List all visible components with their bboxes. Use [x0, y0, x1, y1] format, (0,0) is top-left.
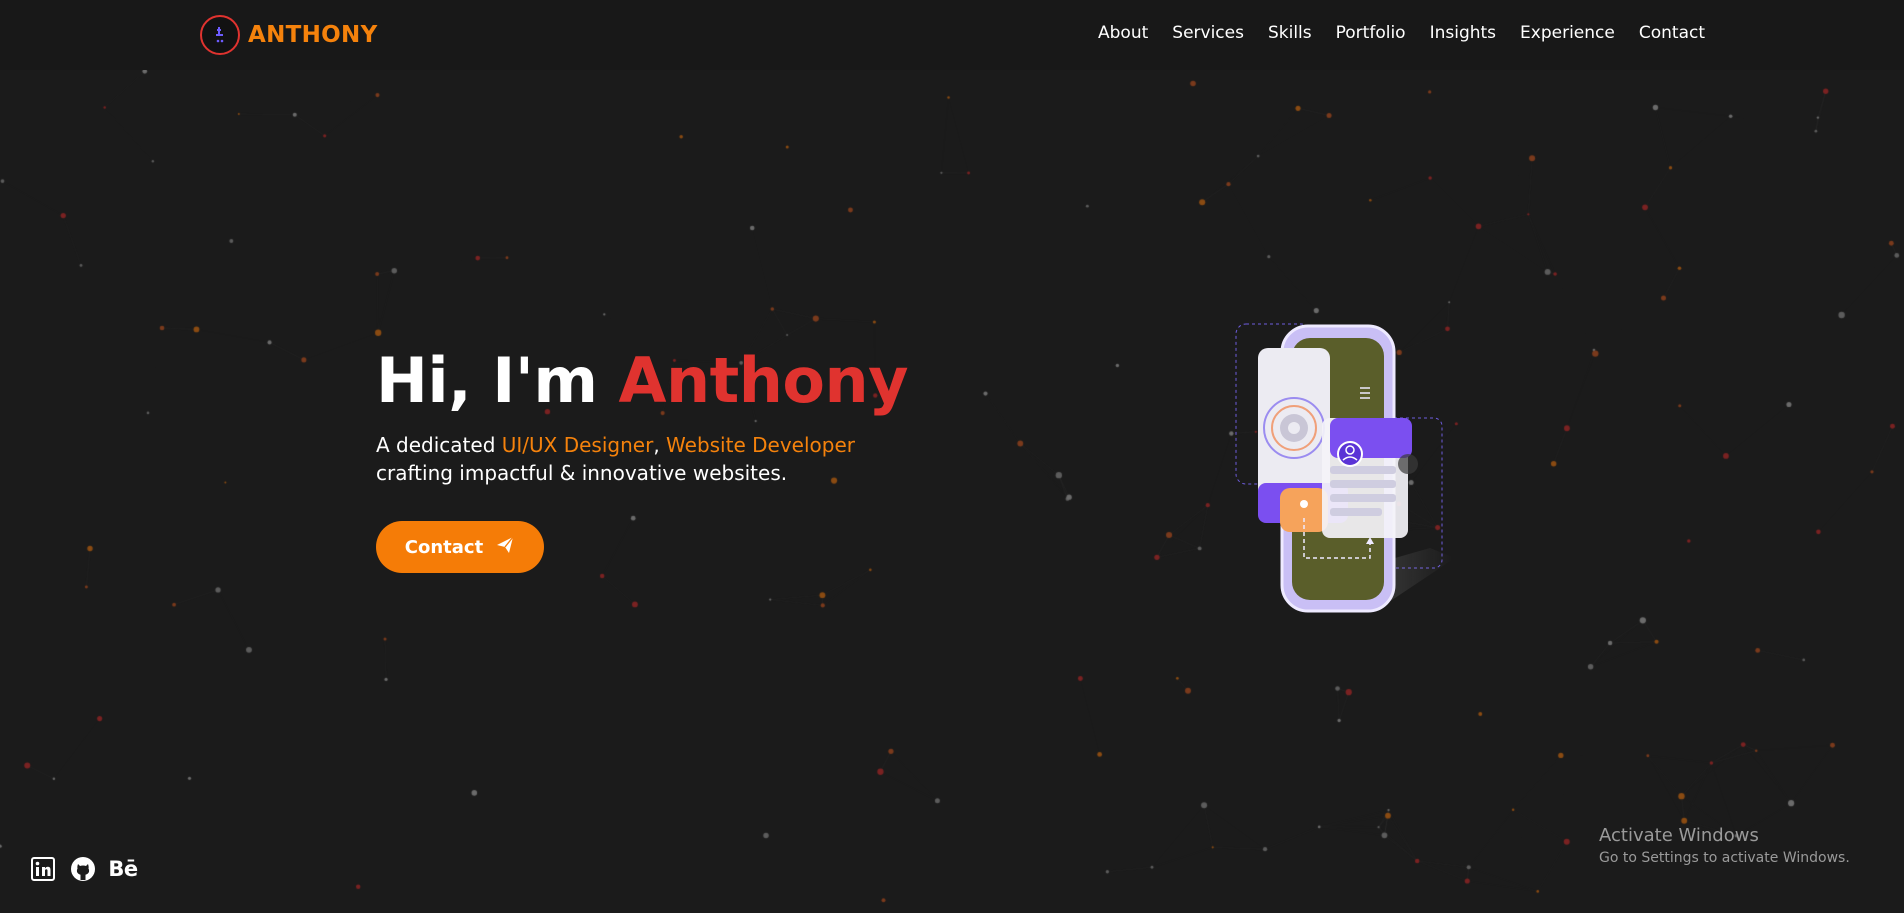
behance-icon[interactable]: Bē: [108, 856, 138, 882]
particles-background: [0, 0, 1904, 913]
watermark-subtitle: Go to Settings to activate Windows.: [1599, 850, 1850, 866]
nav-about[interactable]: About: [1098, 23, 1148, 43]
brand-name: ANTHONY: [248, 22, 378, 48]
social-links: Bē: [30, 856, 138, 882]
nav-contact[interactable]: Contact: [1639, 23, 1705, 43]
nav-experience[interactable]: Experience: [1520, 23, 1615, 43]
github-icon[interactable]: [70, 856, 96, 882]
hero-role-uiux: UI/UX Designer: [501, 433, 654, 457]
activate-windows-watermark: Activate Windows Go to Settings to activ…: [1599, 825, 1850, 869]
hero-greeting: Hi, I'm: [376, 344, 619, 417]
hero-section: Hi, I'm Anthony A dedicated UI/UX Design…: [376, 344, 909, 573]
hero-title: Hi, I'm Anthony: [376, 344, 909, 417]
phone-illustration: [1230, 318, 1460, 618]
nav-services[interactable]: Services: [1172, 23, 1244, 43]
nav-links: About Services Skills Portfolio Insights…: [1098, 23, 1705, 43]
hero-name: Anthony: [618, 344, 909, 417]
nav-portfolio[interactable]: Portfolio: [1336, 23, 1406, 43]
behance-label: Bē: [108, 857, 138, 881]
hero-sub-line2: crafting impactful & innovative websites…: [376, 461, 788, 485]
brand-logo[interactable]: ANTHONY: [200, 15, 378, 55]
top-navbar: ANTHONY About Services Skills Portfolio …: [0, 0, 1904, 70]
linkedin-icon[interactable]: [30, 856, 56, 882]
hero-role-webdev: Website Developer: [666, 433, 855, 457]
nav-insights[interactable]: Insights: [1430, 23, 1496, 43]
nav-skills[interactable]: Skills: [1268, 23, 1312, 43]
contact-button-label: Contact: [404, 536, 484, 558]
contact-button[interactable]: Contact: [376, 521, 544, 573]
logo-icon: [200, 15, 240, 55]
watermark-title: Activate Windows: [1599, 825, 1759, 846]
hero-role-separator: ,: [653, 433, 667, 457]
hero-sub-prefix: A dedicated: [376, 433, 502, 457]
send-icon: [495, 535, 515, 560]
hero-subtitle: A dedicated UI/UX Designer, Website Deve…: [376, 431, 908, 487]
